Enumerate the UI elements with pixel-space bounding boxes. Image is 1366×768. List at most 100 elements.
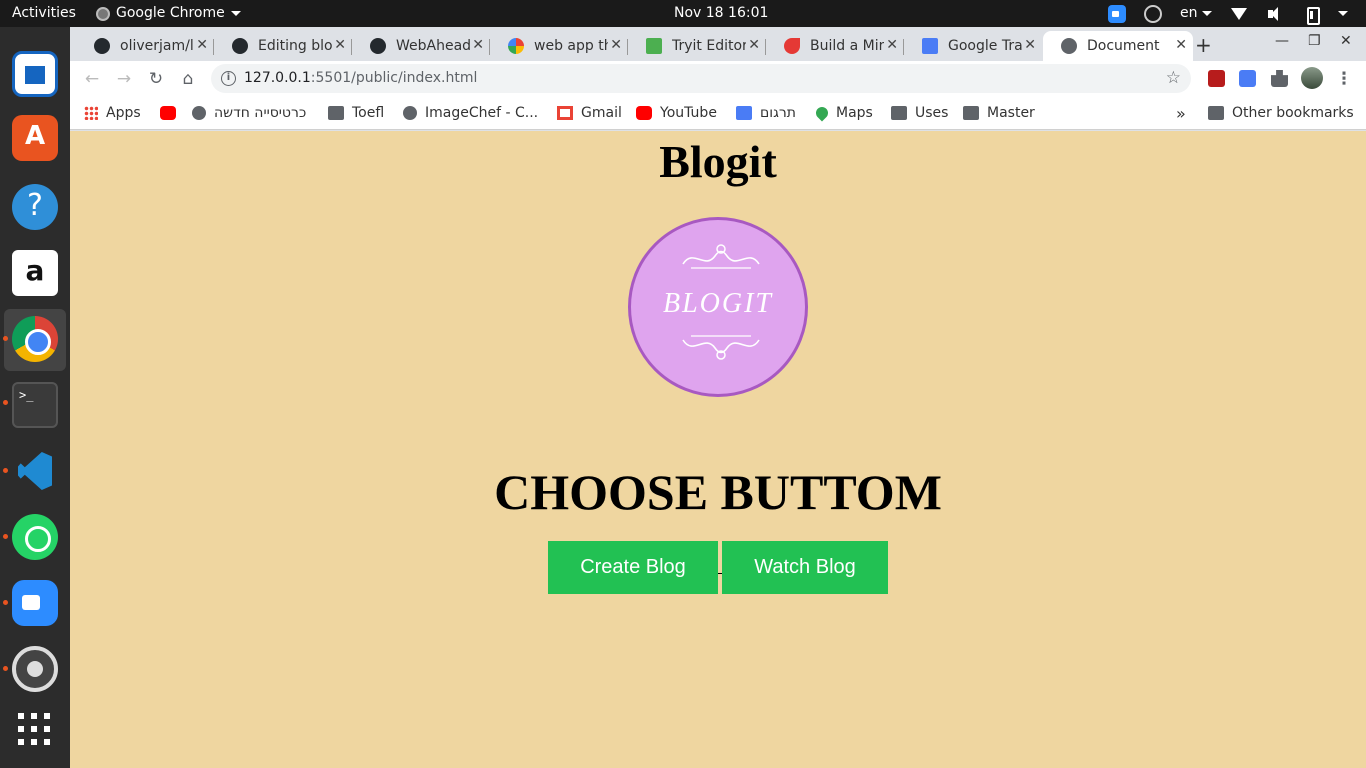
amazon-icon[interactable]	[12, 250, 58, 296]
system-menu-chevron-icon[interactable]	[1338, 11, 1348, 16]
app-menu[interactable]: Google Chrome	[96, 0, 241, 27]
close-icon[interactable]: ✕	[472, 37, 484, 53]
close-icon[interactable]: ✕	[610, 37, 622, 53]
clock[interactable]: Nov 18 16:01	[674, 0, 768, 27]
dictionary-extension-icon[interactable]	[1208, 70, 1225, 87]
close-icon[interactable]: ✕	[1175, 37, 1187, 53]
bookmarks-overflow-button[interactable]: »	[1176, 96, 1186, 130]
bookmark-youtube[interactable]: YouTube	[636, 96, 717, 130]
ornament-top-icon	[682, 244, 760, 269]
wifi-icon[interactable]	[1230, 5, 1248, 23]
folder-icon	[963, 106, 979, 120]
activities-button[interactable]: Activities	[12, 0, 76, 27]
apps-icon	[84, 106, 98, 120]
back-button[interactable]: ←	[80, 67, 104, 91]
address-bar[interactable]: i 127.0.0.1:5501/public/index.html ☆	[211, 64, 1191, 93]
minimize-button[interactable]: —	[1275, 33, 1289, 49]
w3schools-icon	[646, 38, 662, 54]
zoom-icon[interactable]	[12, 580, 58, 626]
tab-google-translate[interactable]: Google Tra ✕	[904, 31, 1042, 61]
url-text: 127.0.0.1:5501/public/index.html	[244, 64, 477, 93]
language-label: en	[1180, 5, 1198, 21]
chrome-app-icon	[96, 6, 110, 21]
bookmark-uses[interactable]: Uses	[891, 96, 948, 130]
tab-build-a-min[interactable]: Build a Min ✕	[766, 31, 904, 61]
info-icon[interactable]: i	[221, 71, 236, 86]
tab-document[interactable]: Document ✕	[1043, 31, 1193, 61]
extensions-puzzle-icon[interactable]	[1271, 70, 1288, 87]
other-bookmarks[interactable]: Other bookmarks	[1208, 96, 1354, 130]
chrome-window: oliverjam/l ✕ Editing blo ✕ WebAhead ✕ w…	[70, 27, 1366, 768]
vscode-icon[interactable]	[12, 448, 58, 494]
watch-blog-button[interactable]: Watch Blog	[722, 541, 888, 594]
close-icon[interactable]: ✕	[334, 37, 346, 53]
zoom-tray-icon[interactable]	[1108, 4, 1127, 23]
close-icon[interactable]: ✕	[886, 37, 898, 53]
language-indicator[interactable]: en	[1180, 0, 1212, 27]
reload-button[interactable]: ↻	[144, 67, 168, 91]
tab-tryit-editor[interactable]: Tryit Editor ✕	[628, 31, 766, 61]
github-icon	[370, 38, 386, 54]
chrome-menu-icon[interactable]: ⋮	[1332, 67, 1356, 91]
close-icon[interactable]: ✕	[196, 37, 208, 53]
tab-oliverjam[interactable]: oliverjam/l ✕	[76, 31, 214, 61]
translate-extension-icon[interactable]	[1239, 70, 1256, 87]
volume-icon[interactable]	[1266, 5, 1284, 23]
close-icon[interactable]: ✕	[748, 37, 760, 53]
terminal-icon[interactable]	[12, 382, 58, 428]
bookmark-label: YouTube	[660, 105, 717, 121]
tab-editing-blog[interactable]: Editing blo ✕	[214, 31, 352, 61]
bookmark-new-tab-hebrew[interactable]: כרטיסייה חדשה	[192, 96, 306, 130]
bookmark-star-icon[interactable]: ☆	[1166, 64, 1181, 93]
blogit-logo: BLOGIT	[628, 217, 808, 397]
google-icon	[508, 38, 524, 54]
bookmark-label: Apps	[106, 105, 141, 121]
bookmark-master[interactable]: Master	[963, 96, 1035, 130]
whatsapp-tray-icon[interactable]	[1144, 4, 1163, 23]
bookmark-label: ImageChef - C...	[425, 105, 539, 121]
url-path: :5501/public/index.html	[310, 70, 478, 86]
github-icon	[94, 38, 110, 54]
tab-title: Editing blo	[258, 38, 332, 54]
close-icon[interactable]: ✕	[1024, 37, 1036, 53]
bookmark-youtube-shortcut[interactable]	[160, 96, 176, 130]
profile-avatar[interactable]	[1301, 67, 1323, 89]
maps-pin-icon	[813, 104, 831, 122]
bookmark-gmail[interactable]: Gmail	[557, 96, 622, 130]
close-window-button[interactable]: ✕	[1340, 33, 1352, 49]
folder-icon	[891, 106, 907, 120]
ubuntu-software-icon[interactable]	[12, 115, 58, 161]
tab-webahead[interactable]: WebAhead ✕	[352, 31, 490, 61]
chrome-icon[interactable]	[12, 316, 58, 362]
tab-title: Document	[1087, 38, 1160, 54]
new-tab-button[interactable]: +	[1195, 33, 1212, 57]
google-translate-icon	[922, 38, 938, 54]
bookmark-toefl[interactable]: Toefl	[328, 96, 384, 130]
bookmark-maps[interactable]: Maps	[813, 96, 873, 130]
restore-button[interactable]: ❐	[1308, 33, 1321, 49]
battery-icon[interactable]	[1302, 5, 1320, 25]
browser-toolbar: ← → ↻ ⌂ i 127.0.0.1:5501/public/index.ht…	[70, 61, 1366, 96]
youtube-icon	[160, 106, 176, 120]
tab-web-app[interactable]: web app th ✕	[490, 31, 628, 61]
forward-button[interactable]: →	[112, 67, 136, 91]
bookmark-apps[interactable]: Apps	[84, 96, 141, 130]
libreoffice-writer-icon[interactable]	[12, 51, 58, 97]
create-blog-button[interactable]: Create Blog	[548, 541, 718, 594]
help-icon[interactable]	[12, 184, 58, 230]
app-menu-label: Google Chrome	[116, 5, 225, 21]
tab-strip: oliverjam/l ✕ Editing blo ✕ WebAhead ✕ w…	[70, 27, 1366, 61]
system-tray[interactable]: en	[1108, 0, 1348, 27]
show-applications-icon[interactable]	[18, 713, 52, 747]
home-button[interactable]: ⌂	[176, 67, 200, 91]
bookmark-translate-hebrew[interactable]: תרגום	[736, 96, 796, 130]
bookmark-imagechef[interactable]: ImageChef - C...	[403, 96, 538, 130]
bookmark-label: Master	[987, 105, 1035, 121]
youtube-icon	[636, 106, 652, 120]
bookmark-label: Toefl	[352, 105, 385, 121]
running-indicator	[3, 666, 8, 671]
settings-icon[interactable]	[12, 646, 58, 692]
whatsapp-icon[interactable]	[12, 514, 58, 560]
globe-icon	[403, 106, 417, 120]
bookmark-label: Maps	[836, 105, 873, 121]
